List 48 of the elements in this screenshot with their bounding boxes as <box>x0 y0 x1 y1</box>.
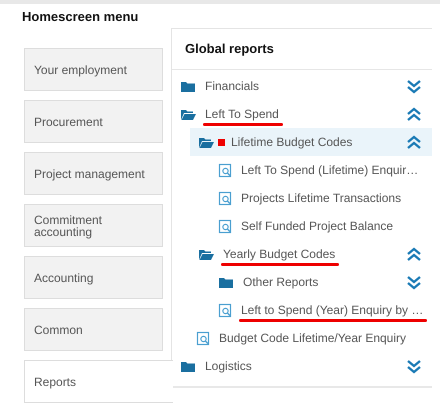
tree-row[interactable]: Projects Lifetime Transactions <box>172 184 432 212</box>
report-link[interactable]: Projects Lifetime Transactions <box>241 191 402 205</box>
folder-label[interactable]: Financials <box>205 79 260 93</box>
collapse-icon[interactable] <box>406 134 422 150</box>
folder-label[interactable]: Left To Spend <box>205 107 279 121</box>
folder-label[interactable]: Yearly Budget Codes <box>223 247 336 261</box>
menu-item[interactable]: Procurement <box>24 100 163 143</box>
open-folder-icon <box>198 247 214 261</box>
report-search-icon <box>196 330 210 346</box>
tree-row[interactable]: Other Reports <box>172 268 432 296</box>
folder-label[interactable]: Other Reports <box>243 275 318 289</box>
menu-item[interactable]: Commitment accounting <box>24 204 163 247</box>
collapse-icon[interactable] <box>406 246 422 262</box>
tree-row[interactable]: Left to Spend (Year) Enquiry by … <box>172 296 432 324</box>
tree-row[interactable]: Left To Spend <box>172 100 432 128</box>
expand-icon[interactable] <box>406 78 422 94</box>
folder-icon <box>218 275 234 289</box>
report-link[interactable]: Budget Code Lifetime/Year Enquiry <box>219 331 406 345</box>
collapse-icon[interactable] <box>406 106 422 122</box>
panel-title: Global reports <box>172 29 432 70</box>
tree-row[interactable]: Yearly Budget Codes <box>172 240 432 268</box>
menu-item[interactable]: Accounting <box>24 256 163 299</box>
expand-icon[interactable] <box>406 358 422 374</box>
folder-label[interactable]: Logistics <box>205 359 252 373</box>
report-search-icon <box>218 162 232 178</box>
folder-label[interactable]: Lifetime Budget Codes <box>231 135 352 149</box>
report-link[interactable]: Self Funded Project Balance <box>241 219 394 233</box>
tree-row[interactable]: Self Funded Project Balance <box>172 212 432 240</box>
menu-item[interactable]: Common <box>24 308 163 351</box>
menu-item[interactable]: Your employment <box>24 48 163 91</box>
open-folder-icon <box>180 107 196 121</box>
report-search-icon <box>218 218 232 234</box>
tree-row[interactable]: Left To Spend (Lifetime) Enquir… <box>172 156 432 184</box>
tree-row[interactable]: Logistics <box>172 352 432 380</box>
tree-row[interactable]: Lifetime Budget Codes <box>190 128 432 156</box>
menu-title: Homescreen menu <box>21 8 140 26</box>
menu-item[interactable]: Reports <box>24 360 173 403</box>
folder-icon <box>180 359 196 373</box>
tree-row[interactable]: Budget Code Lifetime/Year Enquiry <box>172 324 432 352</box>
report-search-icon <box>218 302 232 318</box>
open-folder-icon <box>198 135 214 149</box>
report-link[interactable]: Left To Spend (Lifetime) Enquir… <box>241 163 418 177</box>
report-link[interactable]: Left to Spend (Year) Enquiry by … <box>241 303 424 317</box>
report-search-icon <box>218 190 232 206</box>
tree-row[interactable]: Financials <box>172 72 432 100</box>
expand-icon[interactable] <box>406 274 422 290</box>
menu-item[interactable]: Project management <box>24 152 163 195</box>
folder-icon <box>180 79 196 93</box>
